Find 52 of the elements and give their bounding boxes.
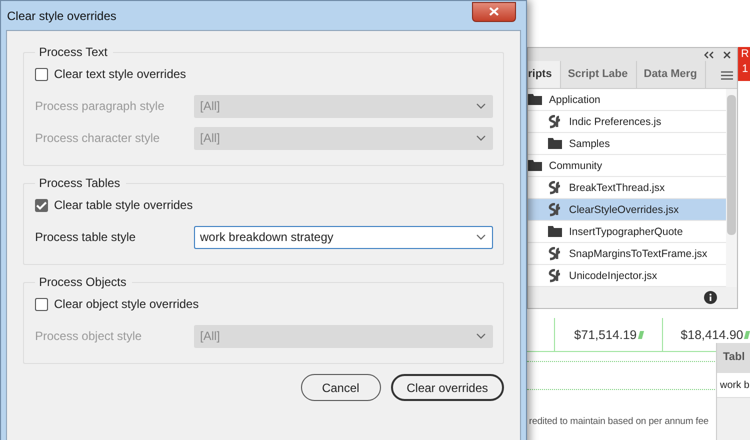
field-label: Process paragraph style	[35, 99, 166, 113]
script-list-item[interactable]: InsertTypographerQuote	[528, 221, 726, 244]
dialog-button[interactable]: Clear overrides	[390, 374, 504, 401]
folder-icon	[528, 94, 542, 106]
checkbox[interactable]: Clear object style overrides	[35, 293, 493, 315]
panel-tab[interactable]: ripts	[528, 61, 561, 88]
close-icon[interactable]	[723, 50, 731, 59]
group-title: Process Tables	[38, 176, 122, 190]
script-list-item[interactable]: ClearStyleOverrides.jsx	[528, 199, 726, 222]
script-icon	[548, 246, 562, 261]
chevron-icon	[476, 103, 486, 109]
panel-tab[interactable]: Script Labe	[560, 61, 637, 88]
style-dropdown[interactable]: work breakdown strategy	[194, 226, 493, 248]
group-title: Process Text	[38, 45, 108, 59]
checkbox-box[interactable]	[35, 198, 48, 212]
checkbox[interactable]: Clear table style overrides	[35, 194, 493, 216]
scrollbar[interactable]	[726, 89, 737, 288]
field-label: Process object style	[35, 329, 143, 343]
notification-badge: R 1	[738, 47, 750, 81]
window-title: Clear style overrides	[7, 8, 116, 22]
folder-icon	[528, 160, 542, 172]
folder-icon	[548, 138, 562, 150]
panel-title: Tabl	[717, 343, 750, 373]
menu-icon[interactable]	[721, 71, 733, 80]
panel-value: work b	[717, 373, 750, 398]
script-list-item[interactable]: Application	[528, 89, 726, 112]
field-label: Process character style	[35, 131, 161, 145]
script-list-item[interactable]: SnapMarginsToTextFrame.jsx	[528, 243, 726, 266]
table-cell: $71,514.19	[554, 318, 662, 351]
script-list-item[interactable]: Community	[528, 155, 726, 178]
script-list-item[interactable]: Samples	[528, 133, 726, 156]
script-icon	[548, 180, 562, 195]
collapse-icon[interactable]	[704, 50, 714, 59]
script-icon	[548, 114, 562, 129]
info-icon[interactable]	[704, 291, 717, 304]
script-list-item[interactable]: Indic Preferences.js	[528, 111, 726, 134]
chevron-icon	[476, 135, 486, 141]
chevron-icon	[476, 333, 486, 339]
group-title: Process Objects	[38, 275, 128, 289]
body-text: redited to maintain based on per annum fee	[529, 416, 709, 427]
script-icon	[548, 268, 562, 283]
chevron-icon	[476, 234, 486, 240]
checkbox[interactable]: Clear text style overrides	[35, 63, 493, 85]
field-label: Process table style	[35, 230, 137, 244]
script-icon	[548, 202, 562, 217]
close-icon	[489, 7, 499, 16]
folder-icon	[548, 226, 562, 238]
checkbox-box[interactable]	[35, 298, 48, 310]
dialog-button[interactable]: Cancel	[300, 374, 381, 401]
panel-tab[interactable]: Data Merg	[636, 61, 706, 88]
close-button[interactable]	[472, 2, 516, 22]
checkbox-box[interactable]	[35, 68, 48, 80]
